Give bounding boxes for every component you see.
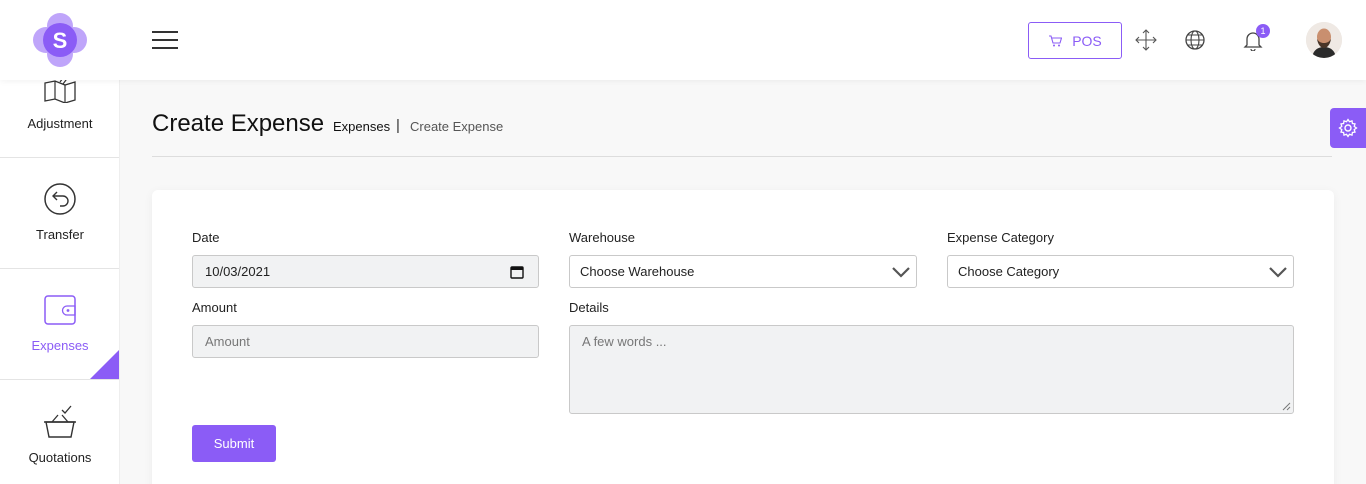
date-input[interactable]: 10/03/2021 [192,255,539,288]
submit-button[interactable]: Submit [192,425,276,462]
theme-settings-button[interactable] [1330,108,1366,148]
cart-icon [1049,34,1063,46]
breadcrumb-separator: | [396,117,400,134]
active-indicator [90,349,119,379]
expense-form-card: Date 10/03/2021 Warehouse Choose Warehou… [152,190,1334,484]
pos-button[interactable]: POS [1028,22,1122,59]
sidebar-item-label: Expenses [31,338,89,353]
logo-letter: S [53,28,68,53]
sidebar-item-label: Adjustment [27,116,93,131]
chevron-down-icon [1269,267,1287,278]
date-label: Date [192,230,220,245]
top-header: S POS 1 [0,0,1366,80]
resize-handle-icon[interactable] [1282,402,1291,411]
basket-icon [42,404,78,440]
notification-badge: 1 [1256,24,1270,38]
wallet-icon [42,292,78,328]
expense-category-label: Expense Category [947,230,1054,245]
logo-icon: S [33,13,87,67]
warehouse-select[interactable]: Choose Warehouse [569,255,917,288]
breadcrumb-link-expenses[interactable]: Expenses [333,119,390,134]
fullscreen-icon[interactable] [1134,28,1158,52]
sidebar-item-expenses[interactable]: Expenses [0,270,119,380]
gear-icon [1338,118,1358,138]
globe-icon[interactable] [1183,28,1207,52]
warehouse-label: Warehouse [569,230,635,245]
page-title: Create Expense [152,110,325,137]
details-label: Details [569,300,609,315]
pos-label: POS [1072,32,1102,49]
details-textarea[interactable]: A few words ... [569,325,1294,414]
sidebar-item-quotations[interactable]: Quotations [0,381,119,484]
breadcrumb-current: Create Expense [410,119,504,134]
avatar[interactable] [1306,22,1342,58]
calendar-icon[interactable] [510,265,524,279]
sidebar-item-label: Transfer [36,227,84,242]
sidebar-item-label: Quotations [28,450,92,465]
menu-icon[interactable] [152,31,178,49]
sidebar-item-transfer[interactable]: Transfer [0,159,119,269]
expense-category-select[interactable]: Choose Category [947,255,1294,288]
transfer-icon [42,181,78,217]
sidebar-item-adjustment[interactable]: Adjustment [0,80,119,158]
app-logo[interactable]: S [32,12,88,68]
amount-label: Amount [192,300,237,315]
sidebar: Adjustment Transfer Expenses Quotations [0,80,120,484]
heading-divider [152,156,1332,157]
adjustment-icon [42,80,78,106]
amount-input[interactable]: Amount [192,325,539,358]
chevron-down-icon [892,267,910,278]
